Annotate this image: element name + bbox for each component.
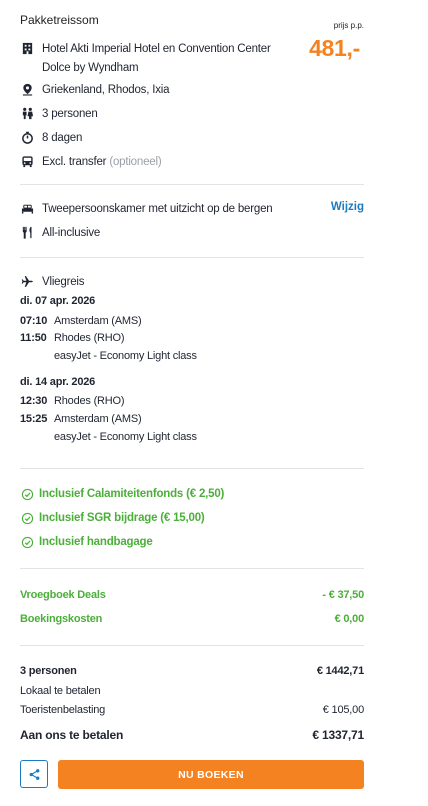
check-circle-icon	[20, 487, 34, 501]
bus-icon	[20, 154, 34, 168]
booking-cost-value: € 0,00	[334, 613, 365, 625]
check-circle-icon	[20, 511, 34, 525]
tourist-tax-label: Toeristenbelasting	[20, 704, 106, 716]
divider	[20, 257, 364, 258]
inclusion-text: Inclusief Calamiteitenfonds (€ 2,50)	[39, 488, 225, 500]
pay-total-value: € 1337,71	[312, 728, 364, 742]
booking-cost-row: Boekingskosten € 0,00	[20, 613, 364, 625]
return-departure: 12:30 Rhodes (RHO)	[20, 395, 125, 407]
price-label: prijs p.p.	[333, 21, 364, 30]
flight-title: Vliegreis	[42, 276, 85, 288]
airplane-icon	[20, 274, 34, 288]
transfer-text: Excl. transfer (optioneel)	[42, 156, 162, 168]
share-icon	[27, 767, 41, 781]
inclusion-text: Inclusief handbagage	[39, 536, 153, 548]
booking-cost-label: Boekingskosten	[20, 613, 103, 625]
flight-header: Vliegreis	[20, 273, 85, 291]
persons-total-row: 3 personen € 1442,71	[20, 665, 364, 677]
share-button[interactable]	[20, 760, 48, 788]
book-now-button[interactable]: NU BOEKEN	[58, 760, 364, 789]
room-row: Tweepersoonskamer met uitzicht op de ber…	[20, 200, 273, 218]
transfer-note: (optioneel)	[109, 156, 162, 168]
persons-row: 3 personen	[20, 105, 98, 123]
early-booking-value: - € 37,50	[322, 589, 364, 601]
divider	[20, 568, 364, 569]
building-icon	[20, 41, 34, 55]
duration-text: 8 dagen	[42, 132, 83, 144]
price-value: 481,-	[309, 35, 360, 61]
duration-row: 8 dagen	[20, 129, 82, 147]
local-pay-row: Lokaal te betalen	[20, 685, 364, 697]
pay-total-row: Aan ons te betalen € 1337,71	[20, 728, 364, 742]
outbound-departure: 07:10 Amsterdam (AMS)	[20, 315, 142, 327]
change-room-link[interactable]: Wijzig	[331, 201, 364, 213]
inclusion-item: Inclusief Calamiteitenfonds (€ 2,50)	[20, 487, 224, 501]
inclusion-item: Inclusief handbagage	[20, 535, 153, 549]
hotel-name: Hotel Akti Imperial Hotel en Convention …	[42, 43, 271, 74]
room-type: Tweepersoonskamer met uitzicht op de ber…	[42, 203, 273, 215]
outbound-carrier: easyJet - Economy Light class	[54, 350, 197, 362]
inclusion-text: Inclusief SGR bijdrage (€ 15,00)	[39, 512, 205, 524]
pay-total-label: Aan ons te betalen	[20, 728, 124, 742]
location-row: Griekenland, Rhodos, Ixia	[20, 81, 170, 99]
check-circle-icon	[20, 535, 34, 549]
cutlery-icon	[20, 225, 34, 239]
divider	[20, 468, 364, 469]
outbound-arrival: 11:50 Rhodes (RHO)	[20, 332, 125, 344]
divider	[20, 184, 364, 185]
bed-icon	[20, 201, 34, 215]
people-icon	[20, 106, 34, 120]
persons-total-label: 3 personen	[20, 665, 77, 677]
board-row: All-inclusive	[20, 224, 100, 242]
return-carrier: easyJet - Economy Light class	[54, 431, 197, 443]
divider	[20, 645, 364, 646]
tourist-tax-value: € 105,00	[322, 704, 364, 716]
transfer-row: Excl. transfer (optioneel)	[20, 153, 162, 171]
early-booking-label: Vroegboek Deals	[20, 589, 106, 601]
persons-total-value: € 1442,71	[316, 665, 364, 677]
local-pay-label: Lokaal te betalen	[20, 685, 101, 697]
location-text: Griekenland, Rhodos, Ixia	[42, 84, 170, 96]
tourist-tax-row: Toeristenbelasting € 105,00	[20, 704, 364, 716]
board-type: All-inclusive	[42, 227, 101, 239]
hotel-row: Hotel Akti Imperial Hotel en Convention …	[20, 40, 298, 78]
outbound-date: di. 07 apr. 2026	[20, 295, 96, 307]
package-title: Pakketreissom	[20, 13, 99, 27]
return-date: di. 14 apr. 2026	[20, 376, 96, 388]
stopwatch-icon	[20, 130, 34, 144]
early-booking-row: Vroegboek Deals - € 37,50	[20, 589, 364, 601]
inclusion-item: Inclusief SGR bijdrage (€ 15,00)	[20, 511, 205, 525]
return-arrival: 15:25 Amsterdam (AMS)	[20, 413, 142, 425]
map-pin-icon	[20, 82, 34, 96]
persons-text: 3 personen	[42, 108, 98, 120]
